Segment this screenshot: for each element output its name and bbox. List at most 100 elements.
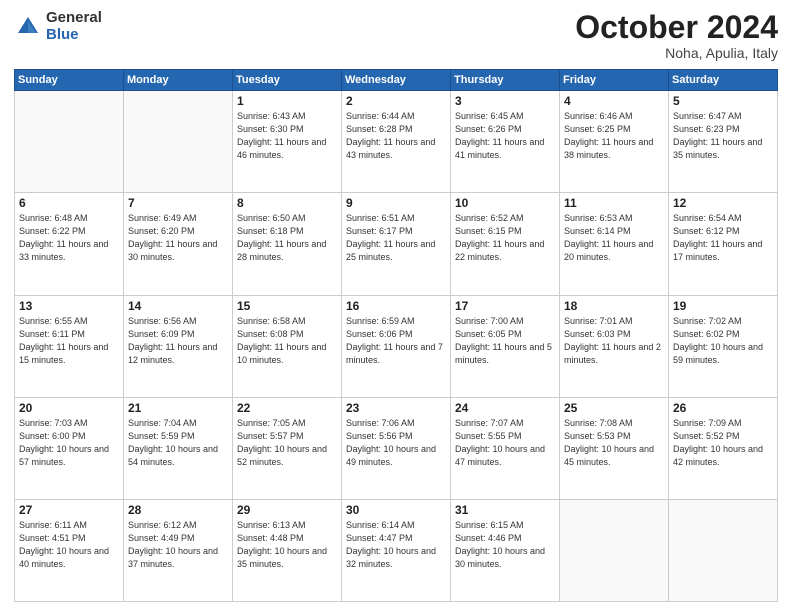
day-info: Sunrise: 6:12 AMSunset: 4:49 PMDaylight:… (128, 519, 228, 571)
day-cell: 21Sunrise: 7:04 AMSunset: 5:59 PMDayligh… (124, 397, 233, 499)
day-number: 16 (346, 299, 446, 313)
day-number: 4 (564, 94, 664, 108)
day-info: Sunrise: 6:56 AMSunset: 6:09 PMDaylight:… (128, 315, 228, 367)
day-number: 1 (237, 94, 337, 108)
day-info: Sunrise: 6:54 AMSunset: 6:12 PMDaylight:… (673, 212, 773, 264)
day-cell (560, 499, 669, 601)
day-info: Sunrise: 6:50 AMSunset: 6:18 PMDaylight:… (237, 212, 337, 264)
day-number: 11 (564, 196, 664, 210)
day-number: 14 (128, 299, 228, 313)
logo-general-text: General (46, 10, 102, 27)
day-info: Sunrise: 7:08 AMSunset: 5:53 PMDaylight:… (564, 417, 664, 469)
day-info: Sunrise: 6:15 AMSunset: 4:46 PMDaylight:… (455, 519, 555, 571)
day-cell: 4Sunrise: 6:46 AMSunset: 6:25 PMDaylight… (560, 91, 669, 193)
day-number: 27 (19, 503, 119, 517)
day-cell (124, 91, 233, 193)
day-cell: 18 Sunrise: 7:01 AMSunset: 6:03 PMDayligh… (560, 295, 669, 397)
day-cell: 22 Sunrise: 7:05 AMSunset: 5:57 PMDayligh… (233, 397, 342, 499)
day-cell: 15 Sunrise: 6:58 AMSunset: 6:08 PMDayligh… (233, 295, 342, 397)
day-cell: 1 Sunrise: 6:43 AMSunset: 6:30 PMDaylight… (233, 91, 342, 193)
weekday-header-sunday: Sunday (15, 70, 124, 91)
day-info: Sunrise: 6:58 AMSunset: 6:08 PMDaylight:… (237, 315, 337, 367)
day-number: 24 (455, 401, 555, 415)
day-number: 2 (346, 94, 446, 108)
day-cell: 17Sunrise: 7:00 AMSunset: 6:05 PMDayligh… (451, 295, 560, 397)
logo-text: General Blue (46, 10, 102, 43)
weekday-header-thursday: Thursday (451, 70, 560, 91)
day-info: Sunrise: 6:13 AMSunset: 4:48 PMDaylight:… (237, 519, 337, 571)
day-number: 30 (346, 503, 446, 517)
day-info: Sunrise: 7:01 AMSunset: 6:03 PMDaylight:… (564, 315, 664, 367)
day-info: Sunrise: 7:04 AMSunset: 5:59 PMDaylight:… (128, 417, 228, 469)
day-cell: 7 Sunrise: 6:49 AMSunset: 6:20 PMDaylight… (124, 193, 233, 295)
day-cell: 25 Sunrise: 7:08 AMSunset: 5:53 PMDayligh… (560, 397, 669, 499)
weekday-header-row: SundayMondayTuesdayWednesdayThursdayFrid… (15, 70, 778, 91)
day-number: 23 (346, 401, 446, 415)
logo: General Blue (14, 10, 102, 43)
day-number: 25 (564, 401, 664, 415)
calendar: SundayMondayTuesdayWednesdayThursdayFrid… (14, 69, 778, 602)
day-info: Sunrise: 6:55 AMSunset: 6:11 PMDaylight:… (19, 315, 119, 367)
day-info: Sunrise: 6:59 AMSunset: 6:06 PMDaylight:… (346, 315, 446, 367)
location-subtitle: Noha, Apulia, Italy (575, 45, 778, 61)
day-info: Sunrise: 6:45 AMSunset: 6:26 PMDaylight:… (455, 110, 555, 162)
day-number: 12 (673, 196, 773, 210)
page: General Blue October 2024 Noha, Apulia, … (0, 0, 792, 612)
day-cell: 27 Sunrise: 6:11 AMSunset: 4:51 PMDayligh… (15, 499, 124, 601)
weekday-header-saturday: Saturday (669, 70, 778, 91)
day-info: Sunrise: 6:49 AMSunset: 6:20 PMDaylight:… (128, 212, 228, 264)
day-number: 13 (19, 299, 119, 313)
day-number: 15 (237, 299, 337, 313)
day-number: 22 (237, 401, 337, 415)
day-info: Sunrise: 7:06 AMSunset: 5:56 PMDaylight:… (346, 417, 446, 469)
day-cell: 2 Sunrise: 6:44 AMSunset: 6:28 PMDaylight… (342, 91, 451, 193)
title-block: October 2024 Noha, Apulia, Italy (575, 10, 778, 61)
week-row-3: 13 Sunrise: 6:55 AMSunset: 6:11 PMDayligh… (15, 295, 778, 397)
day-number: 28 (128, 503, 228, 517)
day-info: Sunrise: 6:51 AMSunset: 6:17 PMDaylight:… (346, 212, 446, 264)
day-number: 5 (673, 94, 773, 108)
day-cell: 30 Sunrise: 6:14 AMSunset: 4:47 PMDayligh… (342, 499, 451, 601)
month-title: October 2024 (575, 10, 778, 45)
day-info: Sunrise: 6:52 AMSunset: 6:15 PMDaylight:… (455, 212, 555, 264)
day-number: 31 (455, 503, 555, 517)
logo-blue-text: Blue (46, 27, 102, 44)
day-info: Sunrise: 7:00 AMSunset: 6:05 PMDaylight:… (455, 315, 555, 367)
week-row-4: 20Sunrise: 7:03 AMSunset: 6:00 PMDayligh… (15, 397, 778, 499)
day-cell: 29Sunrise: 6:13 AMSunset: 4:48 PMDayligh… (233, 499, 342, 601)
day-number: 18 (564, 299, 664, 313)
day-cell (669, 499, 778, 601)
day-info: Sunrise: 6:14 AMSunset: 4:47 PMDaylight:… (346, 519, 446, 571)
weekday-header-friday: Friday (560, 70, 669, 91)
day-cell: 20Sunrise: 7:03 AMSunset: 6:00 PMDayligh… (15, 397, 124, 499)
day-cell: 10 Sunrise: 6:52 AMSunset: 6:15 PMDayligh… (451, 193, 560, 295)
weekday-header-tuesday: Tuesday (233, 70, 342, 91)
day-info: Sunrise: 6:11 AMSunset: 4:51 PMDaylight:… (19, 519, 119, 571)
day-info: Sunrise: 7:02 AMSunset: 6:02 PMDaylight:… (673, 315, 773, 367)
day-info: Sunrise: 6:43 AMSunset: 6:30 PMDaylight:… (237, 110, 337, 162)
day-number: 9 (346, 196, 446, 210)
day-cell: 9 Sunrise: 6:51 AMSunset: 6:17 PMDaylight… (342, 193, 451, 295)
day-info: Sunrise: 7:09 AMSunset: 5:52 PMDaylight:… (673, 417, 773, 469)
logo-icon (14, 13, 42, 41)
day-cell: 5 Sunrise: 6:47 AMSunset: 6:23 PMDaylight… (669, 91, 778, 193)
day-cell (15, 91, 124, 193)
day-cell: 14 Sunrise: 6:56 AMSunset: 6:09 PMDayligh… (124, 295, 233, 397)
day-info: Sunrise: 6:48 AMSunset: 6:22 PMDaylight:… (19, 212, 119, 264)
day-number: 26 (673, 401, 773, 415)
day-info: Sunrise: 6:53 AMSunset: 6:14 PMDaylight:… (564, 212, 664, 264)
day-cell: 8Sunrise: 6:50 AMSunset: 6:18 PMDaylight… (233, 193, 342, 295)
day-number: 19 (673, 299, 773, 313)
day-info: Sunrise: 7:05 AMSunset: 5:57 PMDaylight:… (237, 417, 337, 469)
weekday-header-monday: Monday (124, 70, 233, 91)
day-cell: 13 Sunrise: 6:55 AMSunset: 6:11 PMDayligh… (15, 295, 124, 397)
day-number: 7 (128, 196, 228, 210)
day-cell: 12 Sunrise: 6:54 AMSunset: 6:12 PMDayligh… (669, 193, 778, 295)
day-info: Sunrise: 6:44 AMSunset: 6:28 PMDaylight:… (346, 110, 446, 162)
day-cell: 19 Sunrise: 7:02 AMSunset: 6:02 PMDayligh… (669, 295, 778, 397)
day-cell: 6Sunrise: 6:48 AMSunset: 6:22 PMDaylight… (15, 193, 124, 295)
day-info: Sunrise: 6:47 AMSunset: 6:23 PMDaylight:… (673, 110, 773, 162)
day-cell: 11 Sunrise: 6:53 AMSunset: 6:14 PMDayligh… (560, 193, 669, 295)
header: General Blue October 2024 Noha, Apulia, … (14, 10, 778, 61)
day-number: 10 (455, 196, 555, 210)
